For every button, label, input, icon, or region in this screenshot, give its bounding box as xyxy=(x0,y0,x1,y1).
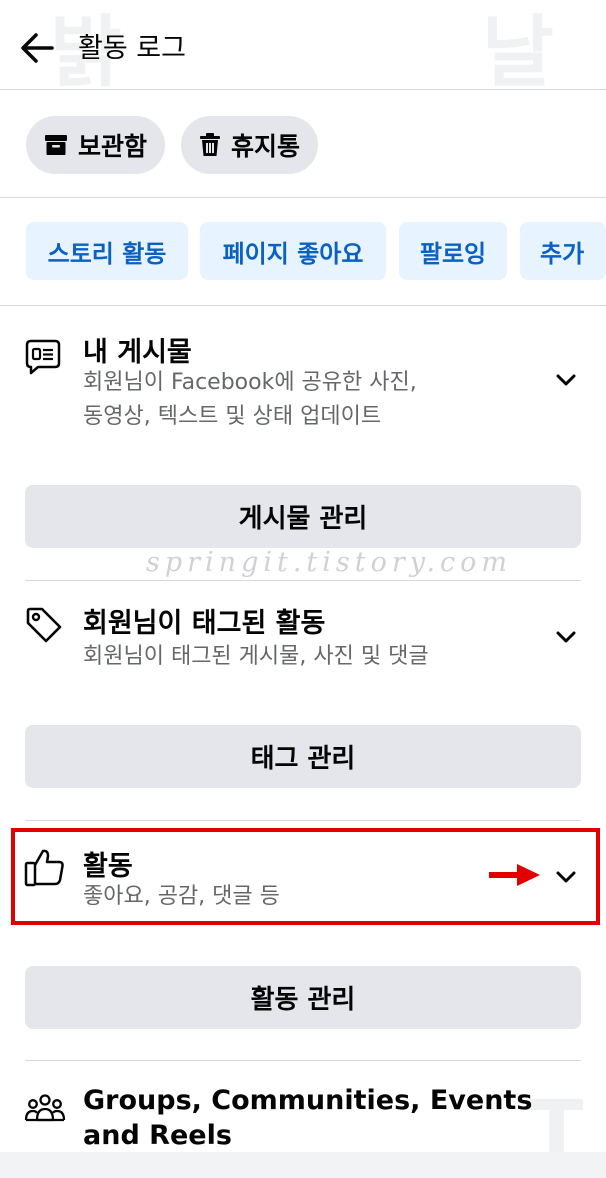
title-line: Groups, Communities, Events xyxy=(83,1085,533,1116)
subtitle-line: 동영상, 텍스트 및 상태 업데이트 xyxy=(83,404,382,429)
app-header: 밝 날 활동 로그 xyxy=(0,0,606,98)
trash-icon xyxy=(200,133,220,156)
section-subtitle: 회원님이 태그된 게시물, 사진 및 댓글 xyxy=(83,644,429,669)
divider xyxy=(0,197,606,198)
filter-story-activity[interactable]: 스토리 활동 xyxy=(26,222,188,280)
manage-posts-button[interactable]: 게시물 관리 xyxy=(25,485,581,548)
background-decoration: 날 xyxy=(482,8,554,98)
subtitle-line: 회원님이 Facebook에 공유한 사진, xyxy=(83,370,417,395)
section-title: 내 게시물 xyxy=(83,337,192,368)
archive-icon xyxy=(45,135,67,155)
filter-following[interactable]: 팔로잉 xyxy=(399,222,507,280)
divider xyxy=(25,580,581,581)
divider xyxy=(25,1060,581,1061)
archive-label: 보관함 xyxy=(78,132,148,161)
my-posts-section[interactable]: 내 게시물 회원님이 Facebook에 공유한 사진, 동영상, 텍스트 및 … xyxy=(0,320,606,450)
tag-icon xyxy=(26,607,62,643)
arrow-left-icon xyxy=(21,33,54,63)
watermark: springit.tistory.com xyxy=(146,547,513,578)
section-title: 회원님이 태그된 활동 xyxy=(83,608,326,639)
archive-button[interactable]: 보관함 xyxy=(26,116,166,174)
groups-icon xyxy=(24,1094,66,1122)
chevron-down-icon[interactable] xyxy=(554,625,578,649)
bottom-bar xyxy=(0,1152,606,1178)
red-arrow-icon xyxy=(489,864,540,886)
manage-tags-button[interactable]: 태그 관리 xyxy=(25,725,581,788)
tagged-activity-section[interactable]: 회원님이 태그된 활동 회원님이 태그된 게시물, 사진 및 댓글 xyxy=(0,595,606,695)
divider xyxy=(0,305,606,306)
section-subtitle: 회원님이 Facebook에 공유한 사진, 동영상, 텍스트 및 상태 업데이… xyxy=(83,366,417,434)
post-speech-bubble-icon xyxy=(25,339,61,375)
filter-more[interactable]: 추가 xyxy=(520,222,606,280)
manage-activity-button[interactable]: 활동 관리 xyxy=(25,966,581,1029)
trash-label: 휴지통 xyxy=(231,132,301,161)
page-title: 활동 로그 xyxy=(78,33,186,64)
back-button[interactable] xyxy=(18,28,58,68)
groups-section[interactable]: Groups, Communities, Events and Reels xyxy=(0,1078,606,1152)
trash-button[interactable]: 휴지통 xyxy=(181,116,319,174)
divider xyxy=(25,820,581,821)
section-title: Groups, Communities, Events and Reels xyxy=(83,1083,532,1153)
chevron-down-icon[interactable] xyxy=(554,368,578,392)
filter-page-likes[interactable]: 페이지 좋아요 xyxy=(200,222,386,280)
title-line: and Reels xyxy=(83,1120,232,1151)
